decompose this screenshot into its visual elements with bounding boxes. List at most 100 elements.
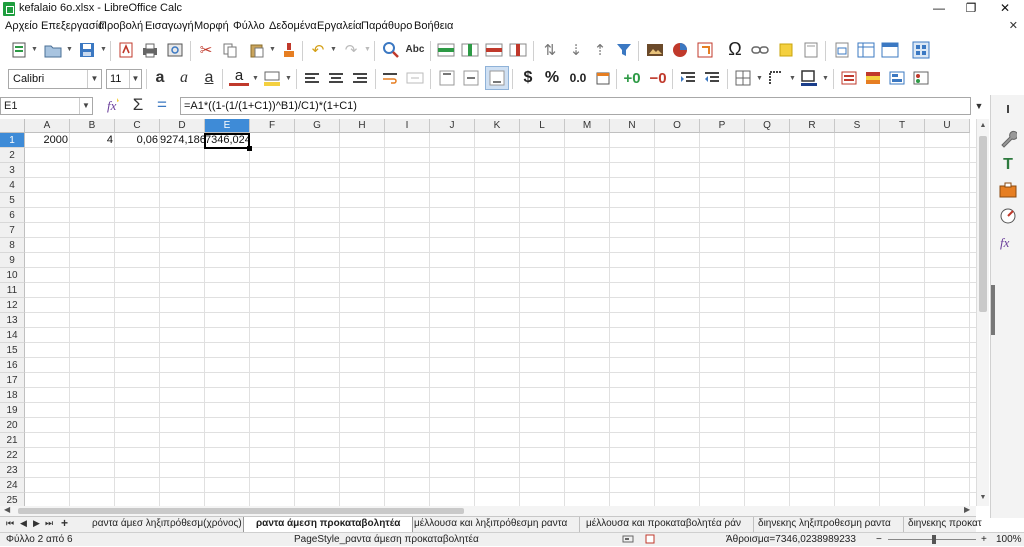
redo-icon[interactable]: ↷ <box>341 40 361 60</box>
menu-edit[interactable]: Επεξεργασία <box>41 20 104 32</box>
column-header-U[interactable]: U <box>925 119 970 133</box>
delete-row-icon[interactable] <box>484 40 504 60</box>
column-header-G[interactable]: G <box>295 119 340 133</box>
save-dropdown-icon[interactable]: ▼ <box>100 46 107 53</box>
formula-icon[interactable]: = <box>152 95 172 115</box>
copy-icon[interactable] <box>220 40 240 60</box>
align-right-icon[interactable] <box>350 68 370 88</box>
row-header-5[interactable]: 5 <box>0 193 25 208</box>
clone-formatting-icon[interactable] <box>279 40 299 60</box>
borders-dropdown-icon[interactable]: ▼ <box>756 75 763 82</box>
column-header-K[interactable]: K <box>475 119 520 133</box>
column-header-D[interactable]: D <box>160 119 205 133</box>
export-pdf-icon[interactable] <box>116 40 136 60</box>
column-header-M[interactable]: M <box>565 119 610 133</box>
column-header-T[interactable]: T <box>880 119 925 133</box>
menu-file[interactable]: Αρχείο <box>5 20 38 32</box>
open-folder-icon[interactable] <box>43 40 63 60</box>
new-document-icon[interactable] <box>9 40 29 60</box>
border-color-dropdown-icon[interactable]: ▼ <box>822 75 829 82</box>
font-color-dropdown-icon[interactable]: ▼ <box>252 75 259 82</box>
column-header-C[interactable]: C <box>115 119 160 133</box>
row-header-3[interactable]: 3 <box>0 163 25 178</box>
row-header-9[interactable]: 9 <box>0 253 25 268</box>
column-header-J[interactable]: J <box>430 119 475 133</box>
delete-decimal-place-icon[interactable]: −0 <box>648 68 668 88</box>
redo-dropdown-icon[interactable]: ▼ <box>364 46 371 53</box>
column-header-O[interactable]: O <box>655 119 700 133</box>
number-format-icon[interactable]: 0.0 <box>566 68 590 88</box>
border-color-icon[interactable] <box>799 68 819 88</box>
navigator-icon[interactable] <box>998 206 1018 226</box>
column-header-H[interactable]: H <box>340 119 385 133</box>
paste-dropdown-icon[interactable]: ▼ <box>269 46 276 53</box>
define-print-area-icon[interactable] <box>832 40 852 60</box>
print-preview-icon[interactable] <box>165 40 185 60</box>
center-vertically-icon[interactable] <box>461 68 481 88</box>
border-style-icon[interactable] <box>766 68 786 88</box>
menu-sheet[interactable]: Φύλλο <box>233 20 265 32</box>
chevron-down-icon[interactable]: ▼ <box>129 70 141 88</box>
open-dropdown-icon[interactable]: ▼ <box>66 46 73 53</box>
delete-column-icon[interactable] <box>508 40 528 60</box>
styles-icon[interactable]: T <box>998 155 1018 175</box>
row-header-12[interactable]: 12 <box>0 298 25 313</box>
last-sheet-icon[interactable]: ⏭ <box>45 518 53 529</box>
column-header-F[interactable]: F <box>250 119 295 133</box>
insert-chart-icon[interactable] <box>670 40 690 60</box>
sidebar-grip[interactable] <box>991 285 995 335</box>
cell-C1[interactable]: 0,06 <box>115 133 160 148</box>
scroll-down-icon[interactable]: ▼ <box>977 494 989 504</box>
close-window-button[interactable]: ✕ <box>989 0 1021 17</box>
undo-dropdown-icon[interactable]: ▼ <box>330 46 337 53</box>
icon-set-icon[interactable] <box>911 68 931 88</box>
row-header-2[interactable]: 2 <box>0 148 25 163</box>
vertical-scrollbar[interactable]: ▲ ▼ <box>976 119 989 506</box>
column-header-I[interactable]: I <box>385 119 430 133</box>
row-header-10[interactable]: 10 <box>0 268 25 283</box>
menu-window[interactable]: Παράθυρο <box>361 20 412 32</box>
row-header-6[interactable]: 6 <box>0 208 25 223</box>
percent-format-icon[interactable]: % <box>542 68 562 88</box>
document-modified-icon[interactable] <box>645 534 655 547</box>
column-header-N[interactable]: N <box>610 119 655 133</box>
new-dropdown-icon[interactable]: ▼ <box>31 46 38 53</box>
insert-image-icon[interactable] <box>645 40 665 60</box>
spelling-icon[interactable]: Abc <box>405 39 425 59</box>
decrease-indent-icon[interactable] <box>702 68 722 88</box>
sheet-tab-6[interactable]: διηνεκης προκατ <box>896 517 994 532</box>
zoom-out-button[interactable]: − <box>876 534 882 545</box>
scroll-up-icon[interactable]: ▲ <box>977 122 989 132</box>
column-header-B[interactable]: B <box>70 119 115 133</box>
italic-icon[interactable]: a <box>174 68 194 88</box>
borders-icon[interactable] <box>733 68 753 88</box>
function-wizard-icon[interactable]: fx <box>104 95 124 115</box>
pivot-table-icon[interactable] <box>695 40 715 60</box>
functions-icon[interactable]: fx <box>998 232 1018 252</box>
gallery-icon[interactable] <box>998 180 1018 200</box>
menu-help[interactable]: Βοήθεια <box>414 20 453 32</box>
wrap-text-icon[interactable] <box>381 68 401 88</box>
row-header-20[interactable]: 20 <box>0 418 25 433</box>
sum-icon[interactable]: Σ <box>128 95 148 115</box>
menu-view[interactable]: Προβολή <box>99 20 143 32</box>
column-header-R[interactable]: R <box>790 119 835 133</box>
cell-A1[interactable]: 2000 <box>25 133 70 148</box>
comment-icon[interactable] <box>776 40 796 60</box>
add-decimal-place-icon[interactable]: +0 <box>622 68 642 88</box>
data-bar-icon[interactable] <box>887 68 907 88</box>
sheet-tab-3[interactable]: μέλλουσα και ληξιπρόθεσμη ραντα <box>402 517 581 532</box>
date-format-icon[interactable] <box>593 68 613 88</box>
cell-B1[interactable]: 4 <box>70 133 115 148</box>
row-header-18[interactable]: 18 <box>0 388 25 403</box>
row-header-4[interactable]: 4 <box>0 178 25 193</box>
sheet-tab-4[interactable]: μέλλουσα και προκαταβολητέα ράν <box>574 517 755 532</box>
border-style-dropdown-icon[interactable]: ▼ <box>789 75 796 82</box>
autofilter-icon[interactable] <box>614 40 634 60</box>
align-left-icon[interactable] <box>302 68 322 88</box>
sort-icon[interactable]: ⇅ <box>540 40 560 60</box>
spreadsheet-grid[interactable]: ABCDEFGHIJKLMNOPQRSTU 1 2 3 4 5 6 7 8 9 10 11 12 13 1… <box>0 119 976 506</box>
menu-insert[interactable]: Εισαγωγή <box>145 20 194 32</box>
column-header-S[interactable]: S <box>835 119 880 133</box>
headers-footers-icon[interactable] <box>801 40 821 60</box>
